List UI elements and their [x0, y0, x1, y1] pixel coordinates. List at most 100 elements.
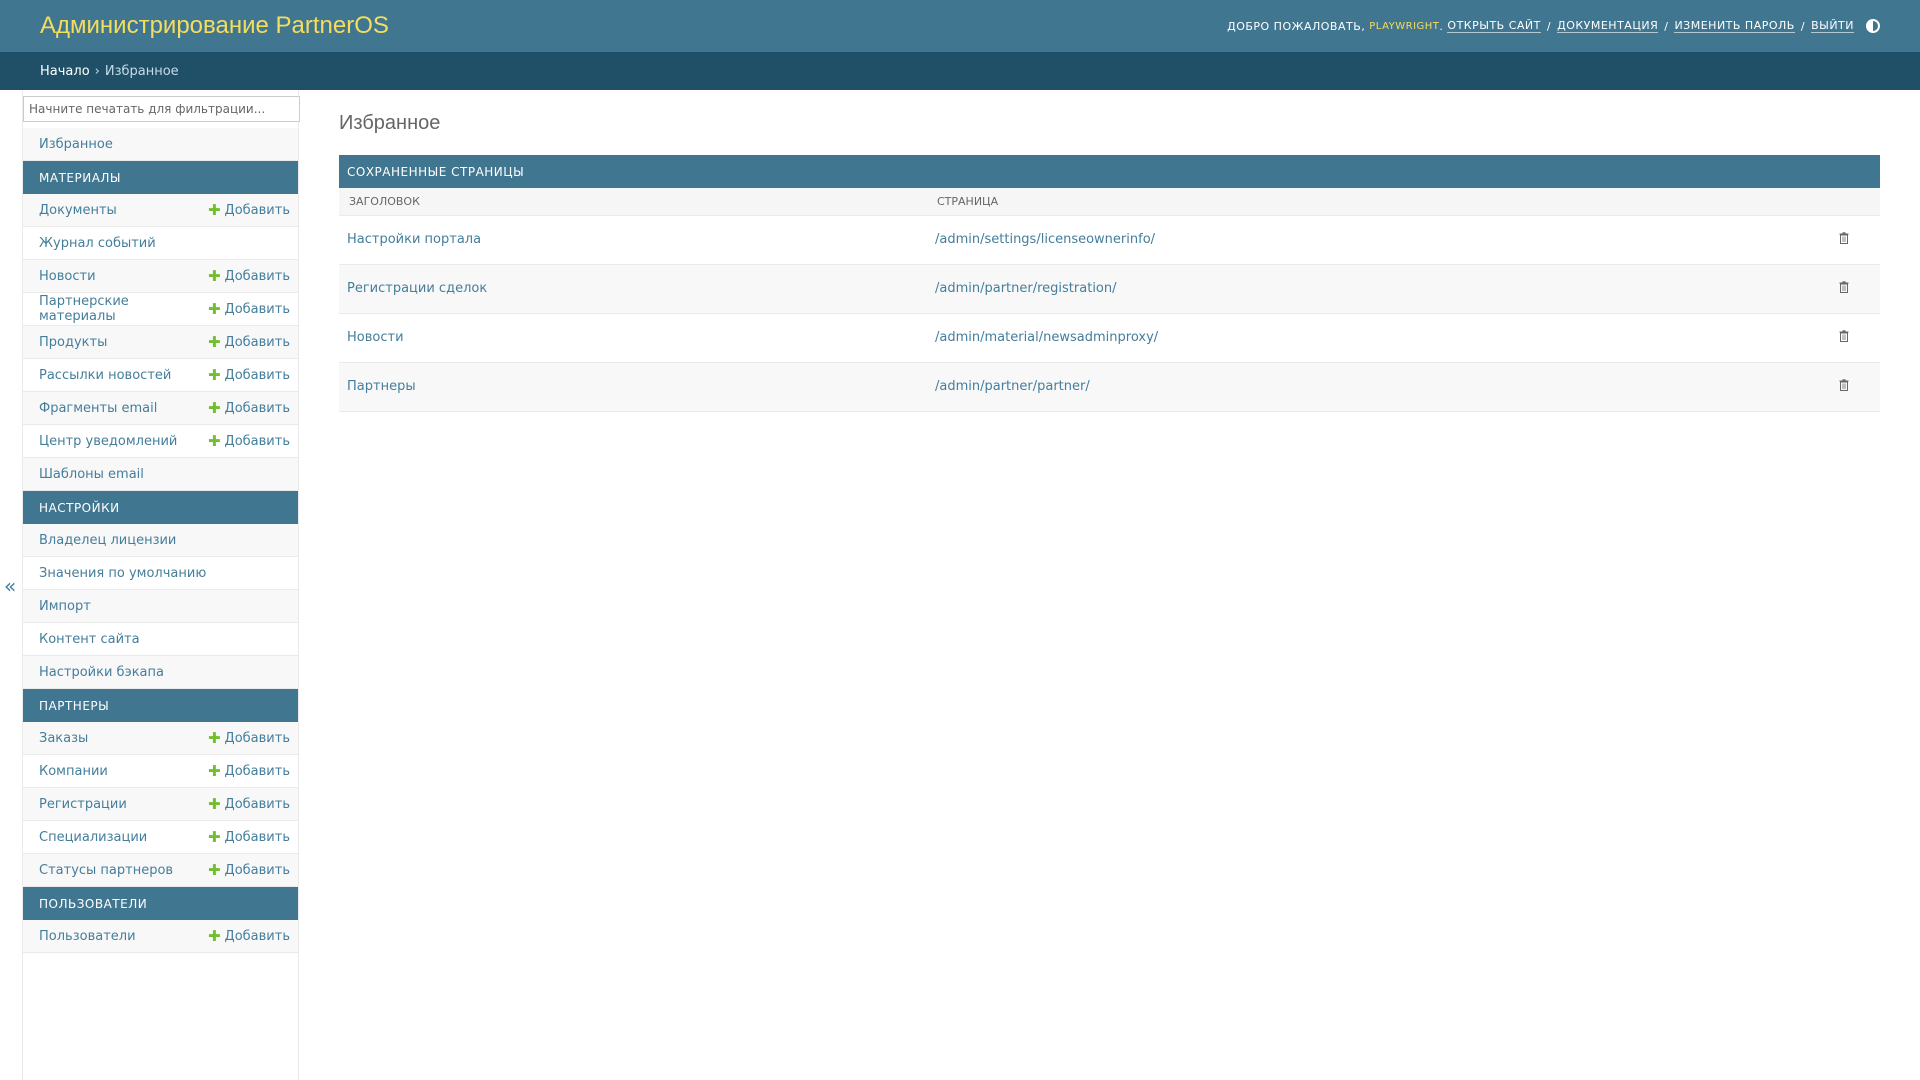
add-label: Добавить	[224, 763, 290, 779]
saved-page-url-link[interactable]: /admin/material/newsadminproxy/	[935, 330, 1158, 345]
sidebar-item-label[interactable]: Центр уведомлений	[39, 434, 177, 449]
view-site-link[interactable]: Открыть сайт	[1447, 19, 1541, 33]
saved-page-title-link[interactable]: Партнеры	[347, 379, 416, 394]
saved-page-url-link[interactable]: /admin/partner/registration/	[935, 281, 1117, 296]
sidebar-item-label[interactable]: Компании	[39, 764, 108, 779]
sidebar-item-label[interactable]: Журнал событий	[39, 236, 156, 251]
sidebar-section-caption[interactable]: Пользователи	[23, 887, 298, 920]
sidebar-item[interactable]: Контент сайта	[23, 623, 298, 656]
sidebar-item-label[interactable]: Специализации	[39, 830, 147, 845]
add-button[interactable]: ✚ Добавить	[208, 763, 290, 779]
sidebar-item-label[interactable]: Настройки бэкапа	[39, 665, 164, 680]
sidebar-item-label[interactable]: Избранное	[39, 137, 113, 152]
sidebar-item[interactable]: Специализации ✚ Добавить	[23, 821, 298, 854]
add-label: Добавить	[224, 202, 290, 218]
add-button[interactable]: ✚ Добавить	[207, 827, 290, 846]
breadcrumb-home-link[interactable]: Начало	[40, 64, 90, 79]
plus-icon: ✚	[207, 827, 221, 846]
sidebar-item[interactable]: Заказы ✚ Добавить	[23, 722, 298, 755]
plus-icon: ✚	[207, 431, 221, 450]
sidebar-item-label[interactable]: Новости	[39, 269, 96, 284]
table-row: Регистрации сделок/admin/partner/registr…	[339, 264, 1880, 314]
add-button[interactable]: ✚ Добавить	[208, 928, 290, 944]
separator: /	[1664, 19, 1669, 33]
table-header-row: Заголовок Страница	[339, 188, 1880, 216]
sidebar-item[interactable]: Значения по умолчанию	[23, 557, 298, 590]
site-name[interactable]: Администрирование PartnerOS	[40, 12, 389, 40]
plus-icon: ✚	[207, 266, 221, 285]
sidebar-item-label[interactable]: Заказы	[39, 731, 88, 746]
add-button[interactable]: ✚ Добавить	[207, 299, 290, 318]
add-label: Добавить	[224, 796, 290, 812]
cell-title: Партнеры	[339, 362, 927, 412]
sidebar-item-label[interactable]: Продукты	[39, 335, 107, 350]
saved-page-title-link[interactable]: Настройки портала	[347, 232, 481, 247]
add-button[interactable]: ✚ Добавить	[207, 431, 290, 450]
add-label: Добавить	[224, 730, 290, 746]
sidebar-section-caption[interactable]: Материалы	[23, 161, 298, 194]
saved-page-url-link[interactable]: /admin/partner/partner/	[935, 379, 1090, 394]
trash-icon[interactable]	[1839, 329, 1849, 342]
sidebar-item-label[interactable]: Статусы партнеров	[39, 863, 173, 878]
trash-icon[interactable]	[1839, 280, 1849, 293]
sidebar-item[interactable]: Владелец лицензии	[23, 524, 298, 557]
trash-icon[interactable]	[1839, 378, 1849, 391]
add-button[interactable]: ✚ Добавить	[208, 367, 290, 383]
sidebar-section-caption[interactable]: Партнеры	[23, 689, 298, 722]
sidebar-item[interactable]: Шаблоны email	[23, 458, 298, 491]
nav-filter-input[interactable]	[23, 96, 300, 122]
change-password-link[interactable]: Изменить пароль	[1674, 19, 1795, 33]
sidebar-item[interactable]: Продукты ✚ Добавить	[23, 326, 298, 359]
plus-icon: ✚	[207, 299, 221, 318]
table-body: Настройки портала/admin/settings/license…	[339, 215, 1880, 412]
sidebar-item[interactable]: Новости ✚ Добавить	[23, 260, 298, 293]
sidebar-item-label[interactable]: Контент сайта	[39, 632, 140, 647]
sidebar-item[interactable]: Импорт	[23, 590, 298, 623]
username-dot: .	[1439, 19, 1444, 33]
cell-actions	[1807, 362, 1880, 412]
sidebar-item[interactable]: Журнал событий	[23, 227, 298, 260]
plus-icon: ✚	[207, 794, 221, 813]
theme-toggle-icon[interactable]	[1866, 19, 1880, 33]
sidebar-item-label[interactable]: Пользователи	[39, 929, 136, 944]
sidebar-item[interactable]: Центр уведомлений ✚ Добавить	[23, 425, 298, 458]
sidebar-section-caption[interactable]: Настройки	[23, 491, 298, 524]
documentation-link[interactable]: Документация	[1557, 19, 1659, 33]
sidebar-item[interactable]: Регистрации ✚ Добавить	[23, 788, 298, 821]
sidebar-item-label[interactable]: Партнерские материалы	[39, 294, 208, 324]
sidebar-item-label[interactable]: Документы	[39, 203, 117, 218]
add-button[interactable]: ✚ Добавить	[208, 400, 290, 416]
add-button[interactable]: ✚ Добавить	[208, 730, 290, 746]
sidebar-item[interactable]: Компании ✚ Добавить	[23, 755, 298, 788]
add-button[interactable]: ✚ Добавить	[208, 202, 290, 218]
sidebar-item-label[interactable]: Регистрации	[39, 797, 127, 812]
sidebar-item-label[interactable]: Владелец лицензии	[39, 533, 176, 548]
add-button[interactable]: ✚ Добавить	[208, 334, 290, 350]
sidebar-item[interactable]: Статусы партнеров ✚ Добавить	[23, 854, 298, 887]
breadcrumb-current: Избранное	[104, 63, 179, 79]
sidebar-item[interactable]: Документы ✚ Добавить	[23, 194, 298, 227]
add-button[interactable]: ✚ Добавить	[207, 794, 290, 813]
sidebar-item-label[interactable]: Фрагменты email	[39, 401, 157, 416]
sidebar-item[interactable]: Настройки бэкапа	[23, 656, 298, 689]
trash-icon[interactable]	[1839, 231, 1849, 244]
logout-link[interactable]: Выйти	[1811, 19, 1854, 33]
sidebar-item[interactable]: Партнерские материалы ✚ Добавить	[23, 293, 298, 326]
add-label: Добавить	[224, 334, 290, 350]
sidebar-item-favorites[interactable]: Избранное	[23, 128, 298, 161]
sidebar-item-label[interactable]: Импорт	[39, 599, 91, 614]
table-row: Партнеры/admin/partner/partner/	[339, 362, 1880, 412]
add-button[interactable]: ✚ Добавить	[208, 862, 290, 878]
add-button[interactable]: ✚ Добавить	[207, 266, 290, 285]
sidebar-item-label[interactable]: Значения по умолчанию	[39, 566, 206, 581]
sidebar-item-label[interactable]: Шаблоны email	[39, 467, 144, 482]
breadcrumb: Начало › Избранное	[0, 52, 1920, 90]
sidebar-collapse-icon[interactable]: «	[4, 574, 20, 598]
sidebar-item[interactable]: Рассылки новостей ✚ Добавить	[23, 359, 298, 392]
saved-page-title-link[interactable]: Новости	[347, 330, 404, 345]
sidebar-item[interactable]: Пользователи ✚ Добавить	[23, 920, 298, 953]
sidebar-item[interactable]: Фрагменты email ✚ Добавить	[23, 392, 298, 425]
saved-page-url-link[interactable]: /admin/settings/licenseownerinfo/	[935, 232, 1155, 247]
sidebar-item-label[interactable]: Рассылки новостей	[39, 368, 171, 383]
saved-page-title-link[interactable]: Регистрации сделок	[347, 281, 487, 296]
